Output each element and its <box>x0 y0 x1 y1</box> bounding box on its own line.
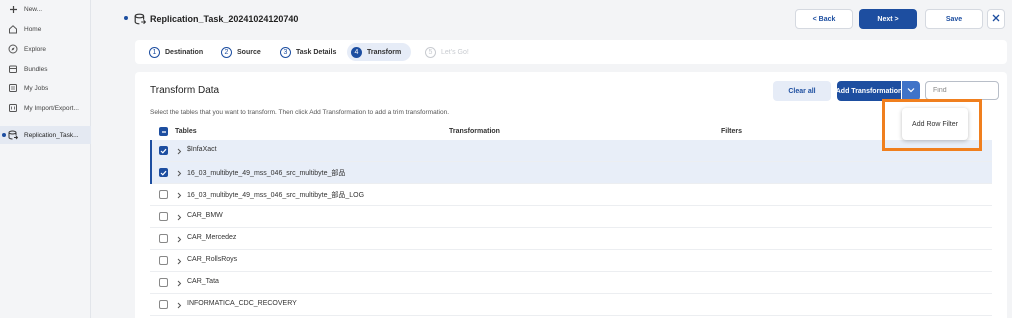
step-task-details[interactable]: 3 Task Details <box>276 43 342 61</box>
step-label: Let's Go! <box>441 48 469 56</box>
compass-icon <box>8 44 18 54</box>
add-transformation-dropdown-toggle[interactable] <box>902 81 920 101</box>
wizard-stepper: 1 Destination 2 Source 3 Task Details 4 … <box>135 40 1007 64</box>
chevron-right-icon[interactable] <box>175 256 183 266</box>
column-header-transformation[interactable]: Transformation <box>449 128 500 135</box>
row-checkbox[interactable] <box>159 212 168 221</box>
table-name: $InfaXact <box>187 146 217 153</box>
instructions-text: Select the tables that you want to trans… <box>150 109 450 116</box>
close-button[interactable] <box>987 9 1005 29</box>
sidebar-item-explore[interactable]: Explore <box>0 40 91 58</box>
step-number: 4 <box>351 46 362 58</box>
table-row[interactable]: INFORMATICA_CDC_RECOVERY <box>150 294 992 316</box>
chevron-right-icon[interactable] <box>175 146 183 156</box>
clear-all-button[interactable]: Clear all <box>773 81 831 101</box>
step-number: 3 <box>280 46 291 58</box>
table-row[interactable]: CAR_BMW <box>150 206 992 228</box>
unsaved-indicator <box>124 16 128 20</box>
table-row[interactable]: $InfaXact <box>150 140 992 162</box>
chevron-down-icon <box>907 87 915 95</box>
table-row[interactable]: CAR_RollsRoys <box>150 250 992 272</box>
step-number: 2 <box>221 46 232 58</box>
step-transform[interactable]: 4 Transform <box>347 43 411 61</box>
row-checkbox[interactable] <box>159 234 168 243</box>
chevron-right-icon[interactable] <box>175 278 183 288</box>
table-row[interactable]: CAR_Tata <box>150 272 992 294</box>
sidebar-item-label: My Jobs <box>24 84 49 92</box>
next-button[interactable]: Next > <box>859 9 917 29</box>
row-checkbox[interactable] <box>159 190 168 199</box>
selection-bar <box>150 140 152 162</box>
sidebar-item-label: Home <box>24 25 42 33</box>
step-destination[interactable]: 1 Destination <box>145 43 209 61</box>
transform-panel: Transform Data Clear all Add Transformat… <box>135 72 1007 318</box>
row-checkbox[interactable] <box>159 278 168 287</box>
step-label: Source <box>237 48 261 56</box>
row-checkbox[interactable] <box>159 256 168 265</box>
table-name: CAR_BMW <box>187 212 223 219</box>
highlight-annotation <box>882 99 982 151</box>
step-label: Destination <box>165 48 204 56</box>
page-title: Replication_Task_20241024120740 <box>150 14 299 24</box>
sidebar: New... Home Explore Bundles My Jobs My I… <box>0 0 91 318</box>
sidebar-item-my-import-export[interactable]: My Import/Export... <box>0 99 91 117</box>
row-checkbox[interactable] <box>159 146 168 155</box>
close-icon <box>992 14 1000 24</box>
home-icon <box>8 24 18 34</box>
bundles-icon <box>8 64 18 74</box>
table-row[interactable]: CAR_Mercedez <box>150 228 992 250</box>
table-row[interactable]: 16_03_multibyte_49_mss_046_src_multibyte… <box>150 184 992 206</box>
chevron-right-icon[interactable] <box>175 168 183 178</box>
table-header: Tables Transformation Filters <box>150 124 992 140</box>
row-checkbox[interactable] <box>159 168 168 177</box>
replication-task-icon <box>134 13 147 27</box>
chevron-right-icon[interactable] <box>175 234 183 244</box>
panel-title: Transform Data <box>150 85 220 96</box>
header: Replication_Task_20241024120740 < Back N… <box>92 0 1012 38</box>
table-name: 16_03_multibyte_49_mss_046_src_multibyte… <box>187 170 346 177</box>
table-name: INFORMATICA_CDC_RECOVERY <box>187 300 297 307</box>
chevron-right-icon[interactable] <box>175 190 183 200</box>
table-name: 16_03_multibyte_49_mss_046_src_multibyte… <box>187 192 365 199</box>
table-name: CAR_Tata <box>187 278 219 285</box>
column-header-filters[interactable]: Filters <box>721 128 742 135</box>
active-indicator <box>2 133 6 137</box>
selection-bar <box>150 162 152 184</box>
back-button[interactable]: < Back <box>795 9 853 29</box>
step-number: 1 <box>149 46 160 58</box>
sidebar-item-label: New... <box>24 5 43 13</box>
sidebar-item-label: My Import/Export... <box>24 104 79 112</box>
sidebar-item-my-jobs[interactable]: My Jobs <box>0 79 91 97</box>
sidebar-item-replication-task[interactable]: Replication_Task... <box>0 126 91 144</box>
sidebar-item-new[interactable]: New... <box>0 0 91 18</box>
chevron-right-icon[interactable] <box>175 300 183 310</box>
save-button[interactable]: Save <box>925 9 983 29</box>
chevron-right-icon[interactable] <box>175 212 183 222</box>
replication-task-icon <box>8 130 18 140</box>
table-row[interactable]: 16_03_multibyte_49_mss_046_src_multibyte… <box>150 162 992 184</box>
import-export-icon <box>8 103 18 113</box>
sidebar-item-bundles[interactable]: Bundles <box>0 60 91 78</box>
sidebar-item-home[interactable]: Home <box>0 20 91 38</box>
step-label: Task Details <box>296 48 337 56</box>
column-header-tables[interactable]: Tables <box>175 128 197 135</box>
plus-icon <box>8 4 18 14</box>
step-source[interactable]: 2 Source <box>217 43 267 61</box>
table-name: CAR_RollsRoys <box>187 256 238 263</box>
sidebar-item-label: Explore <box>24 45 47 53</box>
find-input[interactable] <box>925 81 999 100</box>
sidebar-item-label: Replication_Task... <box>24 131 79 139</box>
select-all-checkbox[interactable] <box>159 127 168 136</box>
row-checkbox[interactable] <box>159 300 168 309</box>
add-transformation-button[interactable]: Add Transformation <box>836 81 902 101</box>
jobs-icon <box>8 83 18 93</box>
table-name: CAR_Mercedez <box>187 234 237 241</box>
step-number: 5 <box>425 46 436 58</box>
step-lets-go: 5 Let's Go! <box>421 43 475 61</box>
step-label: Transform <box>367 48 402 56</box>
sidebar-item-label: Bundles <box>24 65 48 73</box>
